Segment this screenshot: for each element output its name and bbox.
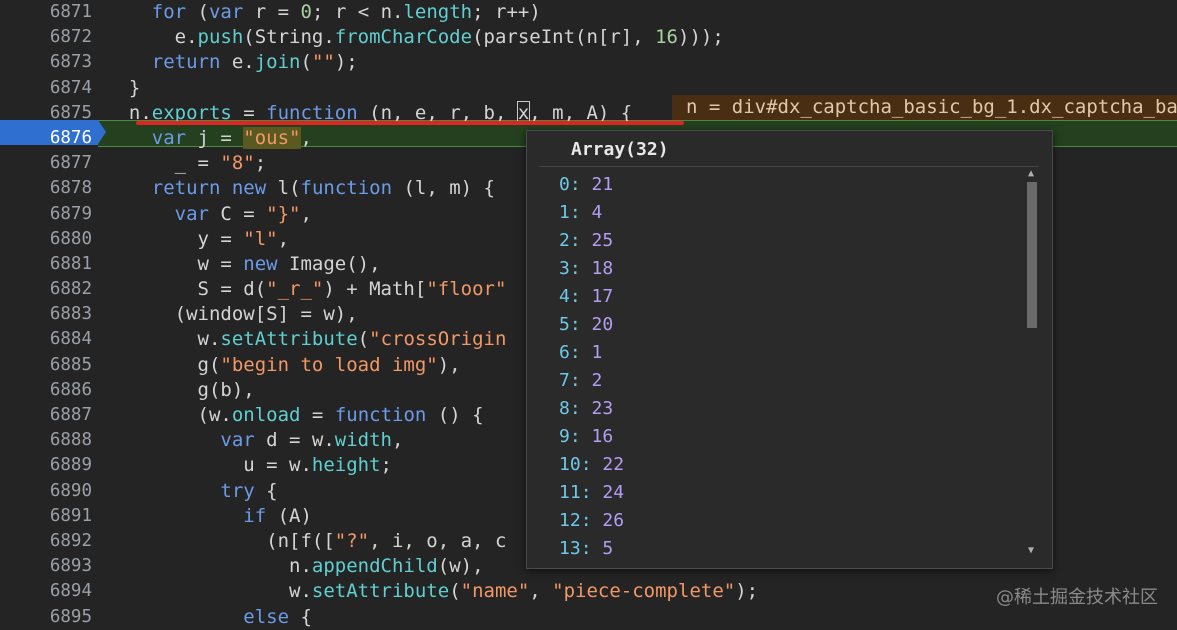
line-number[interactable]: 6873 [0, 50, 92, 75]
line-number[interactable]: 6876 [0, 126, 92, 151]
array-item[interactable]: 8: 23 [559, 395, 624, 423]
line-number[interactable]: 6879 [0, 202, 92, 227]
line-number[interactable]: 6880 [0, 227, 92, 252]
array-item[interactable]: 1: 4 [559, 199, 624, 227]
line-number[interactable]: 6872 [0, 25, 92, 50]
line-number[interactable]: 6888 [0, 428, 92, 453]
array-item[interactable]: 5: 20 [559, 311, 624, 339]
array-item[interactable]: 11: 24 [559, 479, 624, 507]
line-number[interactable]: 6895 [0, 605, 92, 630]
array-item[interactable]: 9: 16 [559, 423, 624, 451]
scroll-up-arrow-icon[interactable]: ▲ [1028, 168, 1034, 179]
line-number[interactable]: 6875 [0, 101, 92, 126]
array-item[interactable]: 7: 2 [559, 367, 624, 395]
code-line: 6871 for (var r = 0; r < n.length; r++) [0, 0, 1177, 25]
line-number[interactable]: 6874 [0, 76, 92, 101]
line-number[interactable]: 6877 [0, 151, 92, 176]
array-item[interactable]: 4: 17 [559, 283, 624, 311]
line-number[interactable]: 6893 [0, 554, 92, 579]
array-item[interactable]: 10: 22 [559, 451, 624, 479]
line-number[interactable]: 6894 [0, 579, 92, 604]
scrollbar-thumb[interactable] [1027, 182, 1037, 328]
line-number[interactable]: 6883 [0, 302, 92, 327]
code-line: 6872 e.push(String.fromCharCode(parseInt… [0, 25, 1177, 50]
red-underline-annotation [136, 121, 684, 125]
array-items-list: 0: 21 1: 4 2: 25 3: 18 4: 17 5: 20 6: 1 … [559, 171, 624, 563]
array-item[interactable]: 6: 1 [559, 339, 624, 367]
code-line: 6873 return e.join(""); [0, 50, 1177, 75]
array-item[interactable]: 2: 25 [559, 227, 624, 255]
watermark: @稀土掘金技术社区 [996, 587, 1158, 608]
line-number[interactable]: 6884 [0, 327, 92, 352]
array-hover-popup[interactable]: Array(32) 0: 21 1: 4 2: 25 3: 18 4: 17 5… [526, 130, 1053, 569]
line-number[interactable]: 6882 [0, 277, 92, 302]
array-item[interactable]: 12: 26 [559, 507, 624, 535]
array-item[interactable]: 13: 5 [559, 535, 624, 563]
line-number[interactable]: 6886 [0, 378, 92, 403]
line-number[interactable]: 6887 [0, 403, 92, 428]
line-number[interactable]: 6890 [0, 479, 92, 504]
popup-divider [539, 166, 1039, 167]
line-number[interactable]: 6891 [0, 504, 92, 529]
line-number[interactable]: 6885 [0, 353, 92, 378]
popup-scrollbar[interactable]: ▲ ▼ [1024, 168, 1040, 556]
line-number[interactable]: 6892 [0, 529, 92, 554]
popup-title[interactable]: Array(32) [571, 139, 669, 160]
line-number[interactable]: 6889 [0, 453, 92, 478]
array-item[interactable]: 3: 18 [559, 255, 624, 283]
inline-variable-value: n = div#dx_captcha_basic_bg_1.dx_captcha… [672, 95, 1177, 120]
line-number[interactable]: 6871 [0, 0, 92, 25]
line-number[interactable]: 6881 [0, 252, 92, 277]
array-item[interactable]: 0: 21 [559, 171, 624, 199]
line-number[interactable]: 6878 [0, 176, 92, 201]
scroll-down-arrow-icon[interactable]: ▼ [1028, 545, 1034, 556]
